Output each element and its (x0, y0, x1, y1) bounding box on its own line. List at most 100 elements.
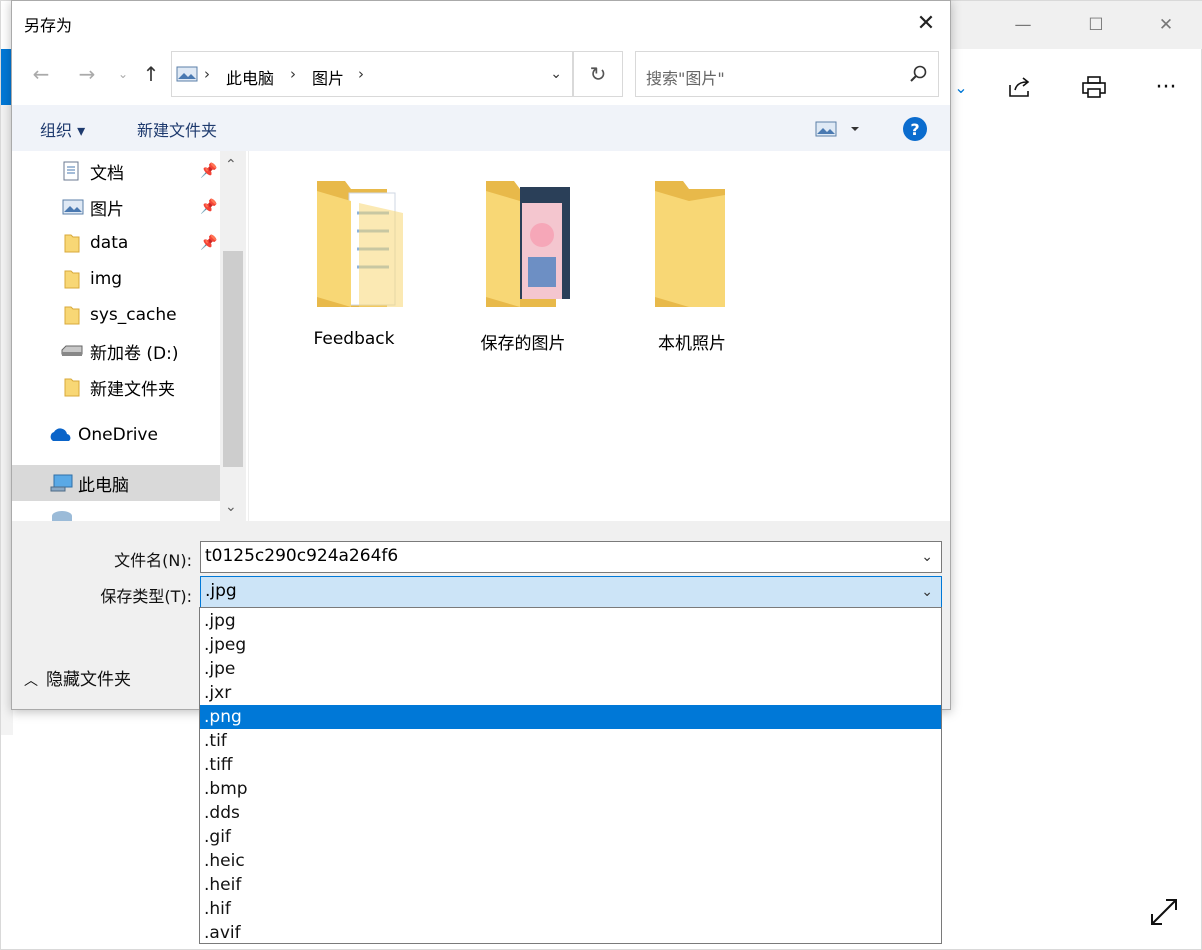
search-input[interactable]: 搜索"图片" (635, 51, 939, 97)
filename-value: t0125c290c924a264f6 (205, 546, 399, 566)
dialog-title: 另存为 (24, 16, 73, 35)
breadcrumb-pictures[interactable]: 图片 (312, 65, 344, 89)
cloud-icon (48, 427, 74, 443)
filetype-option[interactable]: .gif (200, 825, 941, 849)
filetype-option[interactable]: .heic (200, 849, 941, 873)
filetype-option[interactable]: .png (200, 705, 941, 729)
folder-icon (64, 305, 80, 325)
view-options-button[interactable] (815, 119, 861, 139)
nav-item-new-folder[interactable]: 新建文件夹 (12, 369, 220, 405)
folder-content-area: Feedback 保存的图片 本机照片 (248, 151, 950, 521)
pin-icon: 📌 (200, 199, 218, 215)
breadcrumb-separator: › (204, 65, 210, 83)
pictures-icon (176, 65, 198, 87)
nav-item-onedrive[interactable]: OneDrive (12, 417, 220, 453)
filetype-option[interactable]: .jxr (200, 681, 941, 705)
expand-diagonal-icon[interactable] (1148, 896, 1180, 928)
filename-input[interactable]: t0125c290c924a264f6 ⌄ (200, 541, 942, 573)
navigation-pane: 文档 📌 图片 📌 data 📌 img sys_cache 新加卷 (D:) … (12, 151, 246, 521)
network-icon (52, 511, 72, 521)
nav-item-label: img (90, 269, 123, 289)
filetype-option[interactable]: .hif (200, 897, 941, 921)
back-icon[interactable]: ← (28, 59, 54, 89)
chevron-down-icon[interactable]: ⌄ (921, 584, 933, 600)
breadcrumb-separator: › (290, 65, 296, 83)
filetype-option[interactable]: .jpe (200, 657, 941, 681)
folder-label: 保存的图片 (480, 334, 566, 354)
dialog-close-button[interactable]: ✕ (908, 5, 944, 41)
hide-folders-toggle[interactable]: ︿ 隐藏文件夹 (24, 665, 131, 690)
recent-locations-icon[interactable]: ⌄ (110, 59, 136, 89)
maximize-icon[interactable]: ☐ (1076, 7, 1116, 43)
filetype-option[interactable]: .bmp (200, 777, 941, 801)
nav-item-label: sys_cache (90, 305, 177, 325)
organize-button[interactable]: 组织 ▾ (40, 117, 85, 141)
chevron-down-icon[interactable]: ⌄ (921, 549, 933, 565)
filetype-option[interactable]: .avif (200, 921, 941, 945)
folder-icon (64, 233, 80, 253)
folder-tile-feedback[interactable]: Feedback (279, 171, 429, 349)
filetype-dropdown-list: .jpg .jpeg .jpe .jxr .png .tif .tiff .bmp .dds .g… (199, 607, 942, 944)
pin-icon: 📌 (200, 235, 218, 251)
filetype-option[interactable]: .jpg (200, 609, 941, 633)
nav-item-label: OneDrive (78, 425, 158, 445)
breadcrumb-separator: › (358, 65, 364, 83)
folder-icon (647, 177, 747, 311)
close-icon[interactable]: ✕ (1146, 7, 1186, 43)
pin-icon: 📌 (200, 163, 218, 179)
nav-item-label: 新建文件夹 (90, 379, 175, 400)
filetype-option[interactable]: .tif (200, 729, 941, 753)
search-icon (908, 64, 928, 84)
filetype-option[interactable]: .heif (200, 873, 941, 897)
refresh-button[interactable]: ↻ (573, 51, 623, 97)
drive-icon (60, 344, 84, 358)
filetype-label: 保存类型(T): (100, 587, 192, 606)
minimize-icon[interactable]: — (1003, 7, 1043, 43)
nav-item-data[interactable]: data 📌 (12, 225, 220, 261)
dialog-titlebar: 另存为 ✕ (12, 1, 950, 45)
folder-tile-saved-pictures[interactable]: 保存的图片 (448, 171, 598, 354)
nav-item-img[interactable]: img (12, 261, 220, 297)
nav-item-pictures[interactable]: 图片 📌 (12, 189, 220, 225)
share-icon[interactable] (1000, 67, 1040, 107)
breadcrumb-this-pc[interactable]: 此电脑 (226, 65, 274, 89)
folder-label: 本机照片 (658, 334, 726, 354)
document-icon (62, 161, 80, 181)
nav-item-drive-d[interactable]: 新加卷 (D:) (12, 333, 220, 369)
new-folder-button[interactable]: 新建文件夹 (137, 117, 217, 141)
more-icon[interactable]: ··· (1146, 67, 1186, 107)
filetype-select[interactable]: .jpg ⌄ (200, 576, 942, 608)
nav-item-documents[interactable]: 文档 📌 (12, 153, 220, 189)
filetype-option[interactable]: .jpeg (200, 633, 941, 657)
scroll-down-icon[interactable]: ⌄ (225, 499, 237, 515)
print-icon[interactable] (1074, 67, 1114, 107)
address-bar[interactable]: › 此电脑 › 图片 › ⌄ (171, 51, 573, 97)
up-icon[interactable]: ↑ (138, 59, 164, 89)
nav-scrollbar[interactable]: ⌃ ⌄ (220, 151, 246, 521)
nav-item-label: 新加卷 (D:) (90, 343, 179, 364)
nav-item-this-pc[interactable]: 此电脑 (12, 465, 220, 501)
folder-icon (309, 177, 409, 311)
background-titlebar: — ☐ ✕ (949, 1, 1202, 49)
filename-label: 文件名(N): (114, 551, 192, 570)
scrollbar-thumb[interactable] (223, 251, 243, 467)
computer-icon (50, 473, 74, 493)
folder-tile-camera-roll[interactable]: 本机照片 (617, 171, 767, 354)
folder-label: Feedback (313, 329, 395, 349)
nav-item-label: 图片 (90, 199, 124, 220)
scroll-up-icon[interactable]: ⌃ (225, 157, 237, 173)
filetype-option[interactable]: .tiff (200, 753, 941, 777)
refresh-icon: ↻ (589, 62, 607, 86)
filetype-option[interactable]: .dds (200, 801, 941, 825)
save-as-dialog: 另存为 ✕ ← → ⌄ ↑ › 此电脑 › 图片 › ⌄ ↻ 搜索"图片" 组织… (11, 0, 951, 710)
folder-icon (64, 269, 80, 289)
help-button[interactable]: ? (903, 117, 927, 141)
folder-icon (64, 377, 80, 397)
command-bar: 组织 ▾ 新建文件夹 ? (12, 105, 950, 151)
hide-folders-label: 隐藏文件夹 (46, 670, 131, 690)
forward-icon[interactable]: → (74, 59, 100, 89)
chevron-down-icon[interactable]: ⌄ (550, 66, 562, 82)
nav-item-label: data (90, 233, 129, 253)
pictures-icon (62, 198, 84, 216)
nav-item-sys-cache[interactable]: sys_cache (12, 297, 220, 333)
